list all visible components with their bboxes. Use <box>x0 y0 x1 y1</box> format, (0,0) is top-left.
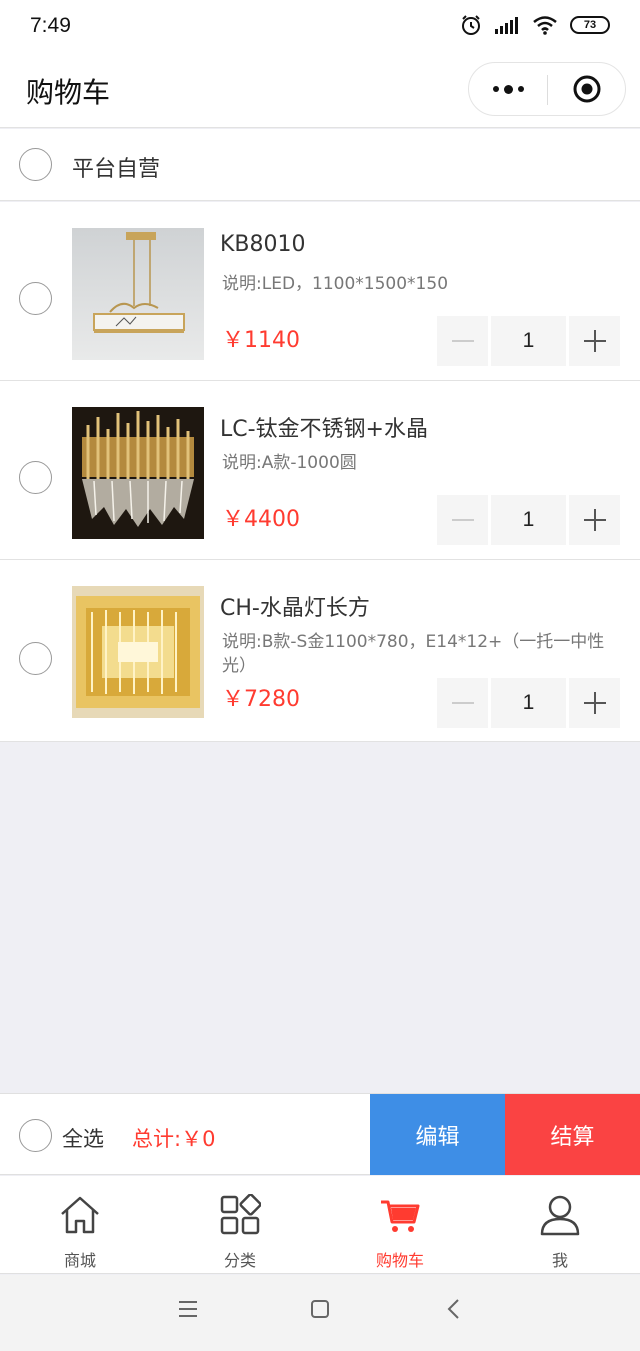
cart-item: CH-水晶灯长方 说明:B款-S金1100*780，E14*12+（一托一中性光… <box>0 560 640 742</box>
quantity-stepper: 1 <box>437 316 620 366</box>
minus-icon <box>451 519 474 521</box>
battery-indicator: 73 <box>570 16 610 34</box>
decrease-button[interactable] <box>437 316 488 366</box>
status-time: 7:49 <box>30 14 71 37</box>
more-button[interactable] <box>469 63 547 115</box>
close-mini-program-button[interactable] <box>548 63 626 115</box>
page-title: 购物车 <box>26 76 111 109</box>
wifi-icon <box>533 16 557 35</box>
quantity-input[interactable]: 1 <box>491 316 566 366</box>
shop-header: 平台自营 <box>0 129 640 201</box>
category-icon <box>220 1194 261 1235</box>
item-select-radio[interactable] <box>19 642 52 675</box>
minus-icon <box>451 340 474 342</box>
system-navigation-bar <box>0 1275 640 1351</box>
home-icon <box>61 1196 99 1234</box>
item-select-radio[interactable] <box>19 461 52 494</box>
shop-name: 平台自营 <box>72 157 161 182</box>
more-dot-icon <box>517 86 524 92</box>
product-price: ￥4400 <box>222 507 300 532</box>
status-bar: 7:49 73 <box>0 0 640 54</box>
user-icon <box>540 1195 580 1236</box>
quantity-input[interactable]: 1 <box>491 678 566 728</box>
decrease-button[interactable] <box>437 495 488 545</box>
tab-me[interactable]: 我 <box>480 1176 640 1274</box>
back-icon[interactable] <box>446 1299 462 1319</box>
plus-icon <box>583 509 606 531</box>
increase-button[interactable] <box>569 678 620 728</box>
edit-button[interactable]: 编辑 <box>370 1094 505 1175</box>
plus-icon <box>583 692 606 714</box>
shop-select-radio[interactable] <box>19 148 52 181</box>
product-price: ￥1140 <box>222 328 300 353</box>
tab-cart[interactable]: 购物车 <box>320 1176 480 1274</box>
checkout-bar: 全选 总计:￥0 编辑 结算 <box>0 1093 640 1175</box>
target-icon <box>573 75 601 103</box>
quantity-input[interactable]: 1 <box>491 495 566 545</box>
tab-label: 我 <box>551 1251 568 1270</box>
more-dot-icon <box>503 84 513 94</box>
cart-item: KB8010 说明:LED，1100*1500*150 ￥1140 1 <box>0 202 640 381</box>
home-square-icon[interactable] <box>310 1299 330 1319</box>
tab-label: 商城 <box>63 1251 96 1270</box>
increase-button[interactable] <box>569 316 620 366</box>
product-price: ￥7280 <box>222 687 300 712</box>
cart-item: LC-钛金不锈钢+水晶 说明:A款-1000圆 ￥4400 1 <box>0 381 640 560</box>
increase-button[interactable] <box>569 495 620 545</box>
product-name[interactable]: KB8010 <box>220 232 306 257</box>
quantity-stepper: 1 <box>437 495 620 545</box>
product-name[interactable]: LC-钛金不锈钢+水晶 <box>220 411 428 443</box>
cart-icon <box>381 1200 420 1232</box>
product-description: 说明:B款-S金1100*780，E14*12+（一托一中性光） <box>222 632 605 676</box>
product-image[interactable] <box>72 228 204 360</box>
nav-bar: 购物车 <box>0 54 640 128</box>
alarm-icon <box>462 15 480 35</box>
product-image[interactable] <box>72 407 204 539</box>
menu-icon[interactable] <box>178 1299 198 1319</box>
quantity-stepper: 1 <box>437 678 620 728</box>
checkout-button[interactable]: 结算 <box>505 1094 640 1175</box>
signal-icon <box>495 17 518 34</box>
plus-icon <box>583 330 606 352</box>
product-description: 说明:LED，1100*1500*150 <box>222 274 449 294</box>
tab-label: 分类 <box>223 1251 256 1270</box>
select-all-radio[interactable] <box>19 1119 52 1152</box>
product-name[interactable]: CH-水晶灯长方 <box>220 590 370 622</box>
item-select-radio[interactable] <box>19 282 52 315</box>
tab-home[interactable]: 商城 <box>0 1176 160 1274</box>
select-all-label[interactable]: 全选 <box>62 1123 104 1153</box>
tab-bar: 商城 分类 购物车 我 <box>0 1176 640 1274</box>
tab-category[interactable]: 分类 <box>160 1176 320 1274</box>
product-image[interactable] <box>72 586 204 718</box>
minus-icon <box>451 702 474 704</box>
product-description: 说明:A款-1000圆 <box>222 453 357 473</box>
more-dot-icon <box>492 86 499 92</box>
total-amount: 总计:￥0 <box>132 1127 216 1151</box>
decrease-button[interactable] <box>437 678 488 728</box>
status-icons: 73 <box>460 14 610 36</box>
mini-program-capsule <box>468 62 626 116</box>
tab-label: 购物车 <box>375 1251 424 1270</box>
